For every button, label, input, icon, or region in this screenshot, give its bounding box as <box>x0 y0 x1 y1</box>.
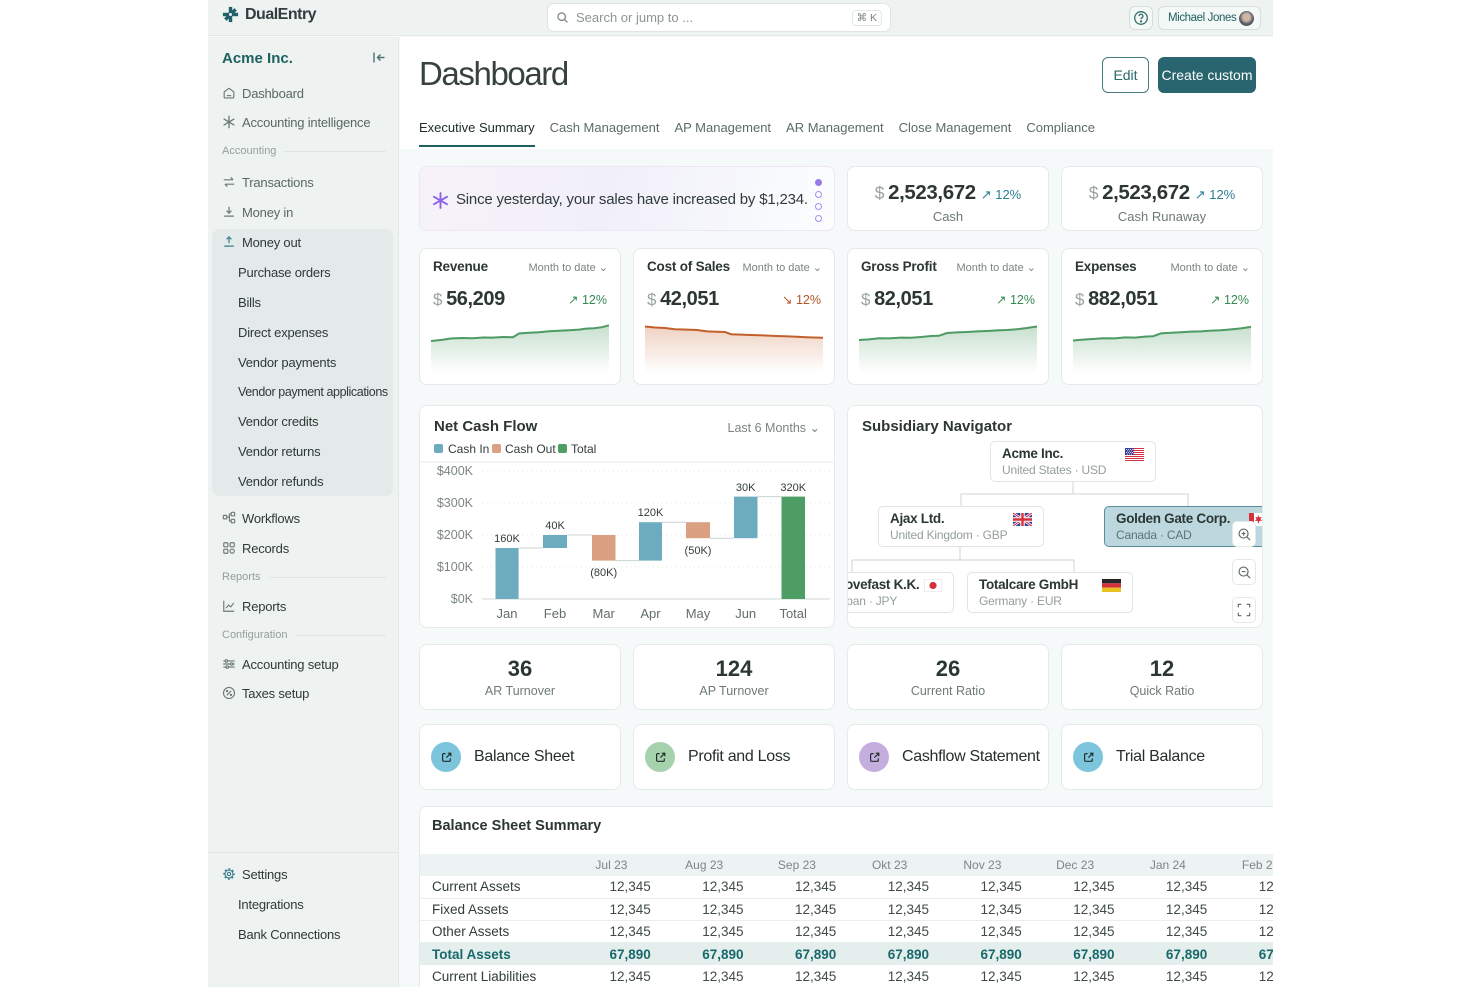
svg-text:May: May <box>686 606 711 621</box>
svg-text:Cash Out: Cash Out <box>505 442 556 456</box>
svg-text:Jan: Jan <box>497 606 518 621</box>
svg-text:Cash In: Cash In <box>448 442 489 456</box>
svg-text:Mar: Mar <box>593 606 616 621</box>
svg-text:Feb: Feb <box>544 606 566 621</box>
svg-text:(50K): (50K) <box>685 545 712 557</box>
svg-text:Jun: Jun <box>735 606 756 621</box>
svg-text:(80K): (80K) <box>590 567 617 579</box>
svg-text:30K: 30K <box>736 482 756 494</box>
svg-text:$400K: $400K <box>437 464 474 478</box>
svg-text:Total: Total <box>779 606 807 621</box>
svg-text:$200K: $200K <box>437 528 474 542</box>
svg-text:$0K: $0K <box>451 592 474 606</box>
svg-text:160K: 160K <box>494 533 520 545</box>
svg-text:$300K: $300K <box>437 496 474 510</box>
svg-text:Apr: Apr <box>640 606 661 621</box>
svg-text:$100K: $100K <box>437 560 474 574</box>
svg-text:320K: 320K <box>780 482 806 494</box>
svg-text:Total: Total <box>571 442 596 456</box>
svg-text:120K: 120K <box>638 507 664 519</box>
svg-text:40K: 40K <box>545 520 565 532</box>
